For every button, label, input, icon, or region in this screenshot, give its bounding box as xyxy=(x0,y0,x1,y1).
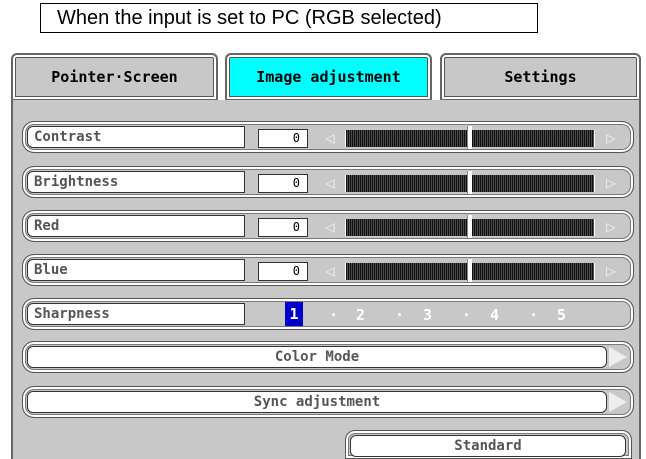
standard-button[interactable]: Standard xyxy=(345,430,632,459)
sharpness-level-3[interactable]: 3 xyxy=(423,303,432,327)
right-triangle-icon xyxy=(609,347,627,367)
slider-thumb[interactable] xyxy=(467,171,472,194)
left-arrow-icon[interactable]: ◁ xyxy=(321,260,339,282)
blue-slider[interactable] xyxy=(345,259,595,282)
sharpness-separator: · xyxy=(395,306,405,324)
contrast-row[interactable]: Contrast 0 ◁ ▷ xyxy=(22,121,634,153)
color-mode-button[interactable]: Color Mode xyxy=(22,341,634,373)
caption-box: When the input is set to PC (RGB selecte… xyxy=(40,3,538,33)
color-mode-label: Color Mode xyxy=(27,346,607,368)
brightness-label: Brightness xyxy=(27,171,245,193)
red-label: Red xyxy=(27,215,245,237)
blue-row[interactable]: Blue 0 ◁ ▷ xyxy=(22,254,634,286)
standard-label: Standard xyxy=(350,435,626,457)
brightness-slider[interactable] xyxy=(345,171,595,194)
sharpness-level-2[interactable]: 2 xyxy=(356,303,365,327)
red-row[interactable]: Red 0 ◁ ▷ xyxy=(22,210,634,242)
contrast-value: 0 xyxy=(258,129,308,148)
right-arrow-icon[interactable]: ▷ xyxy=(602,127,620,149)
sharpness-separator: · xyxy=(462,306,472,324)
right-arrow-icon[interactable]: ▷ xyxy=(602,260,620,282)
sharpness-separator: · xyxy=(329,306,339,324)
right-triangle-icon xyxy=(609,392,627,412)
brightness-row[interactable]: Brightness 0 ◁ ▷ xyxy=(22,166,634,198)
slider-thumb[interactable] xyxy=(467,215,472,238)
tab-settings[interactable]: Settings xyxy=(440,53,641,101)
red-slider[interactable] xyxy=(345,215,595,238)
sync-adjustment-button[interactable]: Sync adjustment xyxy=(22,386,634,418)
right-arrow-icon[interactable]: ▷ xyxy=(602,172,620,194)
sync-adjustment-label: Sync adjustment xyxy=(27,391,607,413)
left-arrow-icon[interactable]: ◁ xyxy=(321,127,339,149)
left-arrow-icon[interactable]: ◁ xyxy=(321,172,339,194)
sharpness-row[interactable]: Sharpness 1 · 2 · 3 · 4 · 5 xyxy=(22,298,634,330)
tab-image-adjustment[interactable]: Image adjustment xyxy=(225,53,432,101)
contrast-label: Contrast xyxy=(27,126,245,148)
slider-thumb[interactable] xyxy=(467,126,472,149)
contrast-slider[interactable] xyxy=(345,126,595,149)
slider-thumb[interactable] xyxy=(467,259,472,282)
left-arrow-icon[interactable]: ◁ xyxy=(321,216,339,238)
sharpness-label: Sharpness xyxy=(27,303,245,325)
sharpness-level-5[interactable]: 5 xyxy=(557,303,566,327)
sharpness-separator: · xyxy=(529,306,539,324)
brightness-value: 0 xyxy=(258,174,308,193)
blue-value: 0 xyxy=(258,262,308,281)
right-arrow-icon[interactable]: ▷ xyxy=(602,216,620,238)
red-value: 0 xyxy=(258,218,308,237)
sharpness-level-4[interactable]: 4 xyxy=(490,303,499,327)
tab-pointer-screen[interactable]: Pointer·Screen xyxy=(11,53,218,101)
sharpness-level-1[interactable]: 1 xyxy=(285,302,303,326)
blue-label: Blue xyxy=(27,259,245,281)
